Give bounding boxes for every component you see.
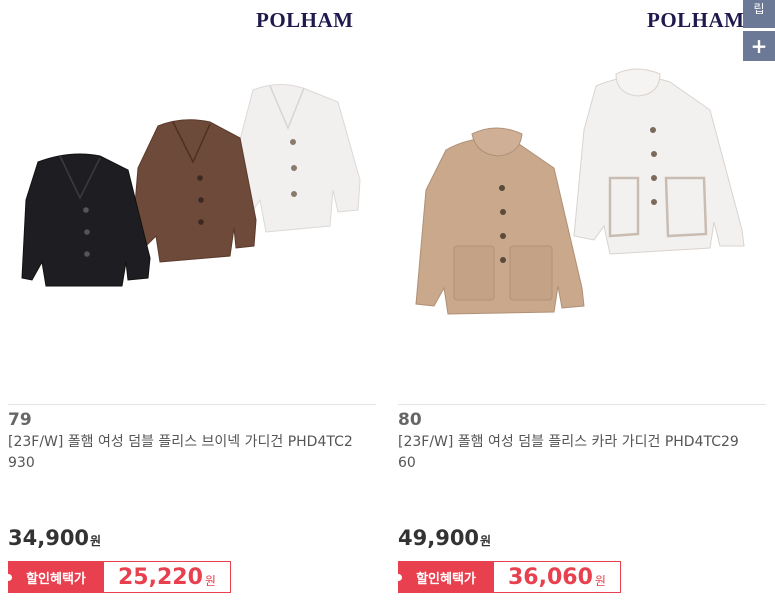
product-title[interactable]: [23F/W] 폴햄 여성 덤블 플리스 브이넥 가디건 PHD4TC2930: [8, 432, 353, 474]
sale-price-value: 36,060: [508, 564, 593, 590]
white-cardigan-shape: [235, 84, 361, 233]
product-card[interactable]: POLHAM 80 [23F/W] 폴햄 여성 덤블 플리스 카라 가디건 PH…: [395, 0, 766, 603]
sale-label-text: 할인혜택가: [26, 571, 86, 587]
dot-icon: [5, 574, 12, 581]
brand-logo: POLHAM: [256, 8, 354, 32]
sale-price-box: 할인혜택가 36,060 원: [395, 561, 621, 593]
price-currency: 원: [480, 534, 492, 548]
beige-collar-cardigan-shape: [415, 127, 585, 315]
divider: [398, 404, 766, 405]
sale-label: 할인혜택가: [5, 561, 104, 593]
product-image[interactable]: [8, 50, 376, 380]
sale-price: 25,220 원: [104, 561, 231, 593]
sale-price-value: 25,220: [118, 564, 203, 590]
price-currency: 원: [90, 534, 102, 548]
product-title[interactable]: [23F/W] 폴햄 여성 덤블 플리스 카라 가디건 PHD4TC2960: [398, 432, 743, 474]
brand-logo: POLHAM: [647, 8, 745, 32]
sale-price-box: 할인혜택가 25,220 원: [5, 561, 231, 593]
sale-label-text: 할인혜택가: [416, 571, 476, 587]
white-collar-cardigan-shape: [573, 68, 745, 255]
brown-cardigan-shape: [131, 119, 257, 263]
sale-currency: 원: [594, 573, 606, 588]
original-price: 49,900원: [398, 526, 491, 550]
side-panel-button[interactable]: 립: [743, 0, 775, 28]
plus-icon[interactable]: +: [743, 31, 775, 61]
product-image[interactable]: [398, 50, 766, 380]
dot-icon: [395, 574, 402, 581]
sale-price: 36,060 원: [494, 561, 621, 593]
price-value: 49,900: [398, 526, 480, 550]
rank-number: 80: [398, 410, 422, 430]
black-cardigan-shape: [21, 153, 151, 287]
divider: [8, 404, 376, 405]
price-value: 34,900: [8, 526, 90, 550]
original-price: 34,900원: [8, 526, 101, 550]
product-card[interactable]: POLHAM 79 [23F/W] 폴햄 여성 덤블 플리스 브이넥 가디건 P…: [5, 0, 376, 603]
sale-label: 할인혜택가: [395, 561, 494, 593]
rank-number: 79: [8, 410, 32, 430]
sale-currency: 원: [204, 573, 216, 588]
